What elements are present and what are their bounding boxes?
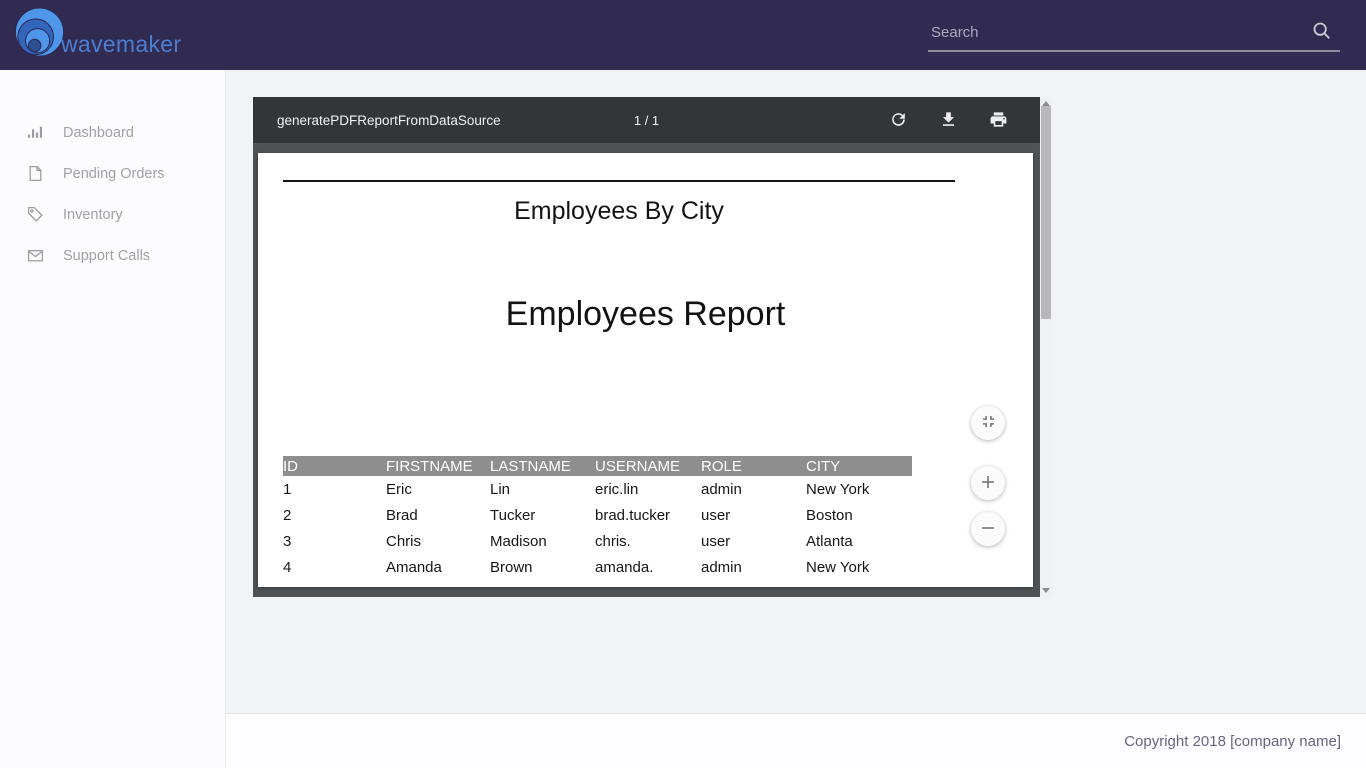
table-cell: 1 xyxy=(283,476,386,502)
table-cell: user xyxy=(701,502,806,528)
search-icon xyxy=(1311,30,1333,45)
sidebar-item-label: Inventory xyxy=(63,207,123,223)
table-cell: Brad xyxy=(386,502,490,528)
scrollbar-thumb[interactable] xyxy=(1041,106,1051,319)
table-cell: Boston xyxy=(806,502,912,528)
table-cell: brad.tucker xyxy=(595,502,701,528)
print-button[interactable] xyxy=(988,110,1008,130)
column-header: ROLE xyxy=(701,456,806,476)
table-cell: New York xyxy=(806,554,912,580)
document-rule xyxy=(283,180,955,182)
sidebar-item-pending-orders[interactable]: Pending Orders xyxy=(0,153,225,194)
sidebar-item-label: Dashboard xyxy=(63,125,134,141)
table-cell: Tucker xyxy=(490,502,595,528)
scrollbar-down-arrow[interactable] xyxy=(1040,585,1052,597)
table-cell: amanda. xyxy=(595,554,701,580)
pdf-scrollbar[interactable] xyxy=(1040,97,1052,597)
sidebar: Dashboard Pending Orders Inventory xyxy=(0,70,226,768)
sidebar-item-label: Pending Orders xyxy=(63,166,165,182)
table-cell: Chris xyxy=(386,528,490,554)
table-cell: admin xyxy=(701,580,806,587)
table-cell: admin xyxy=(701,476,806,502)
table-cell: Madison xyxy=(490,528,595,554)
report-table-header-row: IDFIRSTNAMELASTNAMEUSERNAMEROLECITY xyxy=(283,456,912,476)
document-subtitle: Employees By City xyxy=(283,197,955,226)
table-cell: Brown xyxy=(490,554,595,580)
table-cell: user xyxy=(701,528,806,554)
table-cell: Lin xyxy=(490,476,595,502)
table-cell: Eric xyxy=(386,476,490,502)
table-cell: Jane xyxy=(386,580,490,587)
wavemaker-logo-icon xyxy=(13,7,66,64)
column-header: CITY xyxy=(806,456,912,476)
report-table: IDFIRSTNAMELASTNAMEUSERNAMEROLECITY 1Eri… xyxy=(283,456,912,587)
table-cell: 5 xyxy=(283,580,386,587)
table-cell: Los Angeles xyxy=(806,580,912,587)
document-icon xyxy=(27,165,44,182)
sidebar-item-inventory[interactable]: Inventory xyxy=(0,194,225,235)
table-cell: admin xyxy=(701,554,806,580)
app-header: wavemaker xyxy=(0,0,1366,70)
table-row: 1EricLineric.linadminNew York xyxy=(283,476,912,502)
main-content: generatePDFReportFromDataSource 1 / 1 xyxy=(226,70,1366,713)
print-icon xyxy=(989,117,1008,132)
search-input[interactable] xyxy=(928,14,1298,50)
copyright-text: Copyright 2018 [company name] xyxy=(1124,733,1341,750)
table-cell: 3 xyxy=(283,528,386,554)
pdf-viewer-canvas: Employees By City Employees Report IDFIR… xyxy=(253,143,1040,597)
plus-icon xyxy=(979,473,997,494)
column-header: FIRSTNAME xyxy=(386,456,490,476)
column-header: LASTNAME xyxy=(490,456,595,476)
pdf-viewer-embed: generatePDFReportFromDataSource 1 / 1 xyxy=(253,97,1052,597)
table-cell: New York xyxy=(806,476,912,502)
zoom-out-button[interactable] xyxy=(971,512,1005,546)
table-cell: jane.lisa xyxy=(595,580,701,587)
table-row: 2BradTuckerbrad.tuckeruserBoston xyxy=(283,502,912,528)
page-footer: Copyright 2018 [company name] xyxy=(226,713,1366,768)
table-row: 4AmandaBrownamanda.adminNew York xyxy=(283,554,912,580)
bar-chart-icon xyxy=(27,124,44,141)
table-cell: Lisa xyxy=(490,580,595,587)
download-button[interactable] xyxy=(938,110,958,130)
pdf-page: Employees By City Employees Report IDFIR… xyxy=(258,153,1033,587)
document-title: Employees Report xyxy=(258,295,1033,334)
tag-icon xyxy=(27,206,44,223)
download-icon xyxy=(939,117,958,132)
minus-icon xyxy=(979,519,997,540)
envelope-icon xyxy=(27,247,44,264)
brand-logo: wavemaker xyxy=(13,7,181,64)
table-cell: 4 xyxy=(283,554,386,580)
table-row: 5JaneLisajane.lisaadminLos Angeles xyxy=(283,580,912,587)
sidebar-item-dashboard[interactable]: Dashboard xyxy=(0,112,225,153)
brand-name: wavemaker xyxy=(61,31,181,58)
table-cell: chris. xyxy=(595,528,701,554)
pdf-document-title: generatePDFReportFromDataSource xyxy=(277,113,501,128)
report-table-body: 1EricLineric.linadminNew York2BradTucker… xyxy=(283,476,912,587)
search-field xyxy=(928,12,1340,52)
table-cell: eric.lin xyxy=(595,476,701,502)
rotate-button[interactable] xyxy=(888,110,908,130)
search-button[interactable] xyxy=(1310,20,1334,44)
pdf-toolbar: generatePDFReportFromDataSource 1 / 1 xyxy=(253,97,1040,143)
zoom-in-button[interactable] xyxy=(971,466,1005,500)
sidebar-item-support-calls[interactable]: Support Calls xyxy=(0,235,225,276)
table-cell: 2 xyxy=(283,502,386,528)
triangle-down-icon xyxy=(1042,588,1050,593)
fit-to-page-button[interactable] xyxy=(971,406,1005,440)
page-indicator: 1 / 1 xyxy=(634,113,659,128)
column-header: USERNAME xyxy=(595,456,701,476)
rotate-icon xyxy=(889,117,908,132)
column-header: ID xyxy=(283,456,386,476)
table-cell: Amanda xyxy=(386,554,490,580)
sidebar-item-label: Support Calls xyxy=(63,248,150,264)
table-cell: Atlanta xyxy=(806,528,912,554)
fullscreen-exit-icon xyxy=(979,412,998,434)
table-row: 3ChrisMadisonchris.userAtlanta xyxy=(283,528,912,554)
